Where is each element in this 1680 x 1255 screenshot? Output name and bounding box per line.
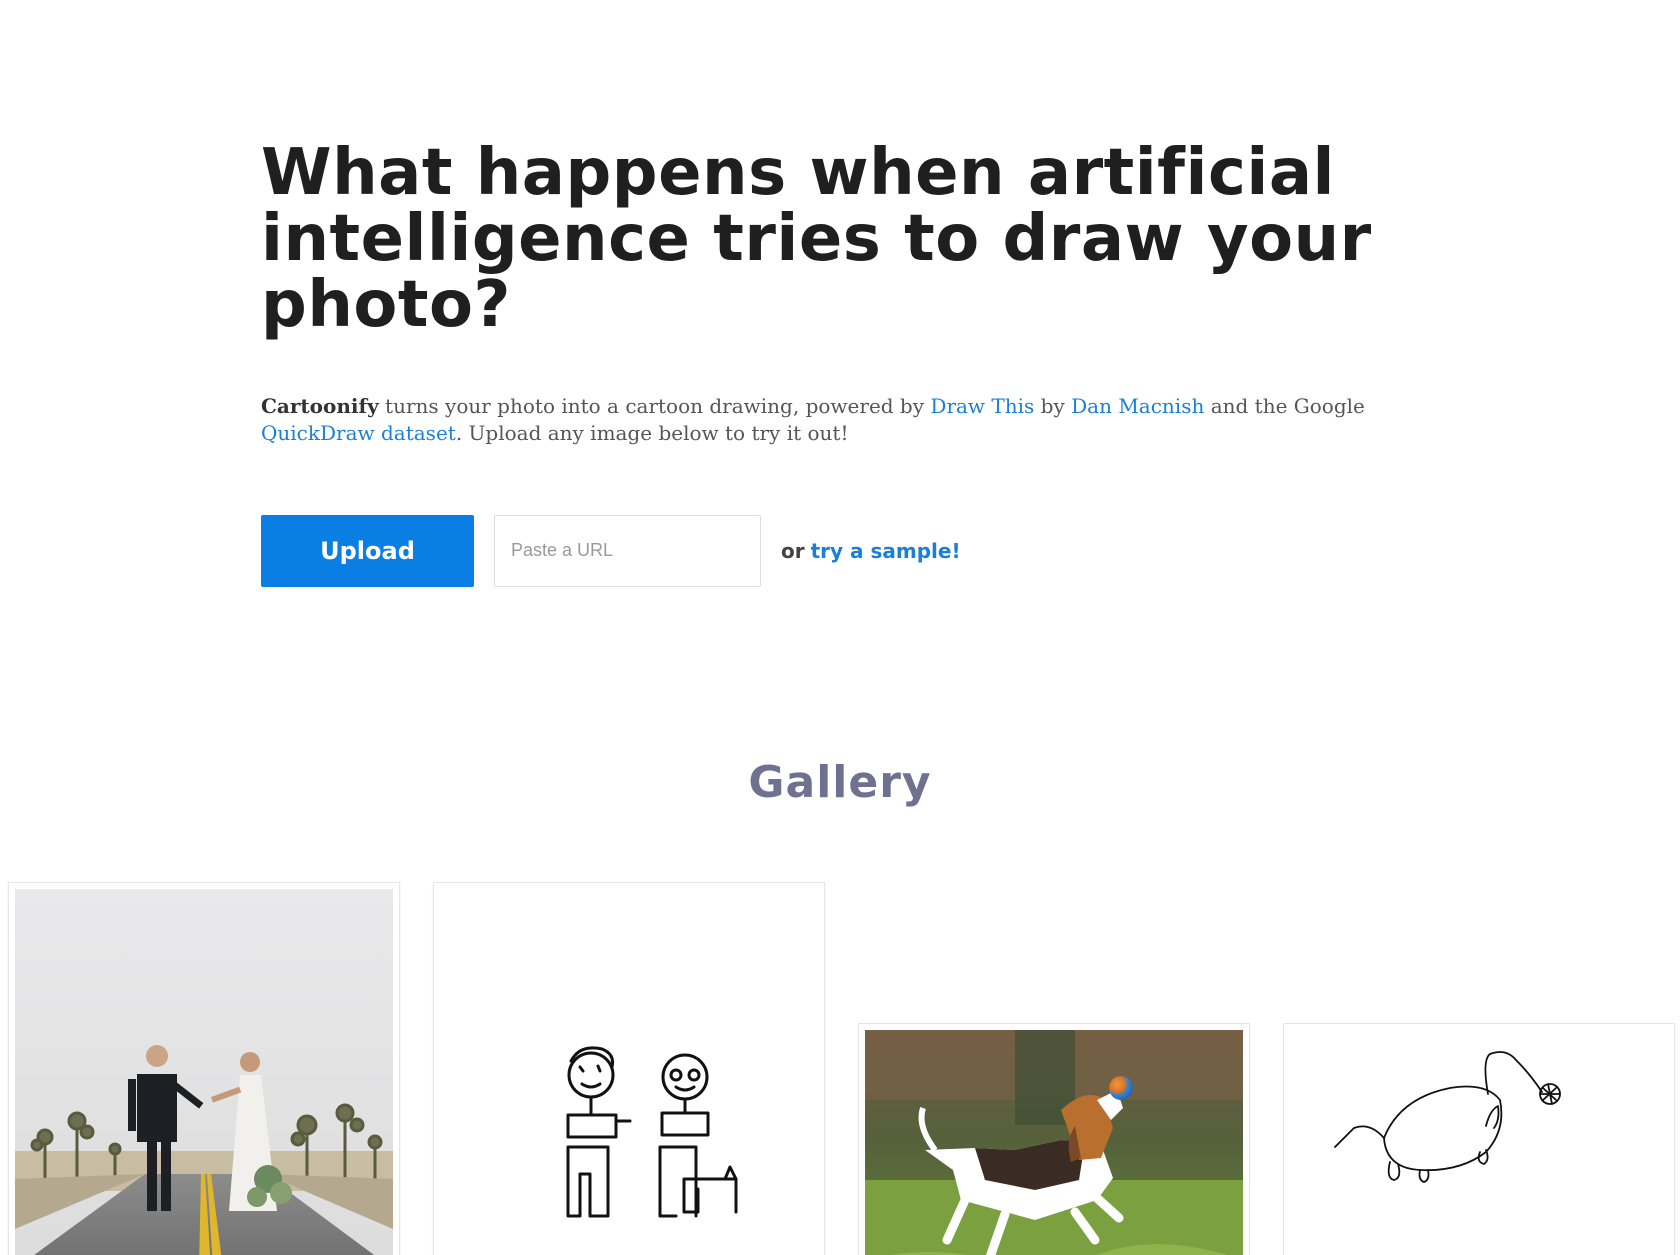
- intro-text: turns your photo into a cartoon drawing,…: [378, 394, 931, 418]
- intro-text: by: [1034, 394, 1072, 418]
- gallery-card-couple-drawing[interactable]: [433, 882, 825, 1255]
- hero-section: What happens when artificial intelligenc…: [261, 140, 1431, 447]
- quickdraw-dataset-link[interactable]: QuickDraw dataset: [261, 421, 456, 445]
- page-headline: What happens when artificial intelligenc…: [261, 136, 1372, 342]
- url-input[interactable]: [494, 514, 761, 587]
- gallery-card-wedding-photo[interactable]: [8, 882, 400, 1255]
- or-text: or: [781, 538, 805, 563]
- author-link[interactable]: Dan Macnish: [1071, 394, 1204, 418]
- intro-text: . Upload any image below to try it out!: [455, 421, 849, 445]
- brand-name: Cartoonify: [261, 394, 379, 418]
- upload-button[interactable]: Upload: [261, 514, 474, 587]
- dog-photo-image: [865, 1030, 1243, 1255]
- gallery-card-dog-photo[interactable]: [858, 1023, 1250, 1255]
- try-sample-link[interactable]: try a sample!: [811, 539, 961, 563]
- draw-this-link[interactable]: Draw This: [930, 394, 1034, 418]
- sample-prompt: or try a sample!: [781, 539, 961, 563]
- wedding-photo-image: [15, 889, 393, 1255]
- dog-drawing-image: [1290, 1030, 1668, 1255]
- upload-actions: Upload ortry a sample!: [261, 514, 961, 587]
- intro-text: and the Google: [1204, 394, 1365, 418]
- gallery-card-dog-drawing[interactable]: [1283, 1023, 1675, 1255]
- couple-drawing-image: [440, 889, 818, 1255]
- intro-paragraph: Cartoonify turns your photo into a carto…: [261, 393, 1431, 447]
- gallery-title: Gallery: [748, 757, 932, 808]
